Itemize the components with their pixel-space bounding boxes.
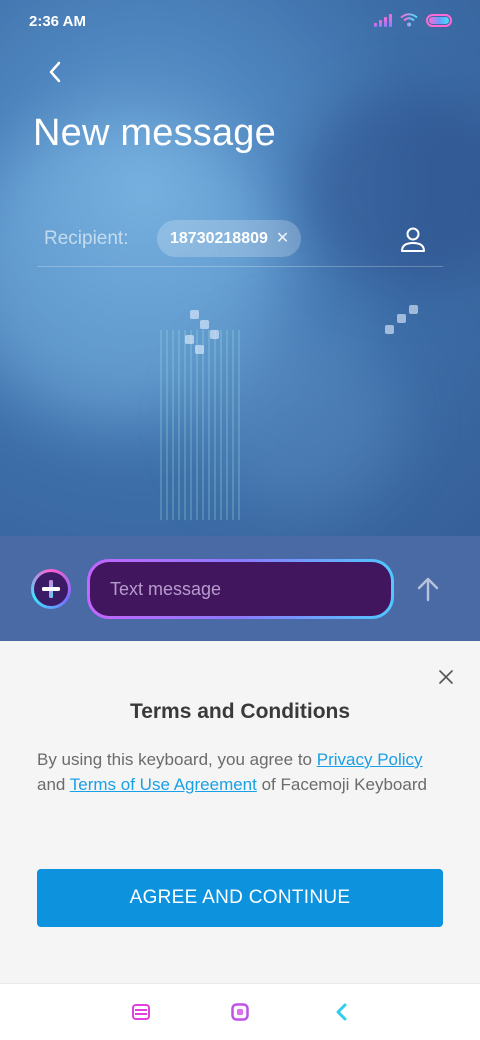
recipient-chip-value: 18730218809 (170, 229, 268, 247)
privacy-policy-link[interactable]: Privacy Policy (317, 750, 423, 769)
back-arrow-icon (49, 61, 61, 83)
up-arrow-icon (417, 577, 439, 602)
navigation-bar (0, 983, 480, 1040)
nav-menu-button[interactable] (131, 1002, 151, 1022)
recipient-row[interactable]: Recipient: 18730218809 ✕ (37, 214, 443, 267)
compose-bar (0, 536, 480, 641)
text-message-field-border (87, 559, 394, 619)
add-attachment-button[interactable] (31, 569, 71, 609)
remove-recipient-icon[interactable]: ✕ (276, 230, 289, 247)
terms-panel: Terms and Conditions By using this keybo… (0, 641, 480, 983)
close-icon (439, 670, 453, 684)
nav-home-button[interactable] (230, 1002, 250, 1022)
terms-title: Terms and Conditions (129, 700, 351, 723)
battery-icon (426, 13, 452, 27)
signal-icon (374, 13, 392, 27)
menu-icon (132, 1004, 150, 1020)
terms-body-and: and (37, 774, 70, 794)
terms-body-suffix: of Facemoji Keyboard (256, 774, 427, 794)
page-title: New message (33, 112, 276, 154)
wallpaper-background: 2:36 AM New message Recipient: 187302188… (0, 0, 480, 536)
agree-and-continue-button[interactable]: AGREE AND CONTINUE (37, 869, 443, 927)
terms-body-prefix: By using this keyboard, you agree to (37, 750, 317, 769)
plus-icon (42, 580, 60, 598)
send-button[interactable] (412, 573, 444, 605)
nav-back-button[interactable] (331, 1002, 351, 1022)
terms-of-use-link[interactable]: Terms of Use Agreement (70, 775, 257, 794)
text-message-input[interactable] (90, 562, 391, 616)
person-icon[interactable] (399, 226, 427, 254)
recipient-label: Recipient: (44, 228, 129, 249)
recipient-chip[interactable]: 18730218809 ✕ (157, 220, 302, 257)
chevron-left-icon (336, 1003, 347, 1021)
wifi-icon (400, 13, 418, 27)
status-bar: 2:36 AM (0, 0, 480, 44)
home-square-icon (231, 1003, 249, 1021)
status-icons (374, 13, 452, 27)
back-button[interactable] (38, 55, 72, 89)
status-time: 2:36 AM (29, 13, 86, 30)
close-terms-button[interactable] (434, 665, 458, 689)
terms-body: By using this keyboard, you agree to Pri… (37, 748, 427, 797)
